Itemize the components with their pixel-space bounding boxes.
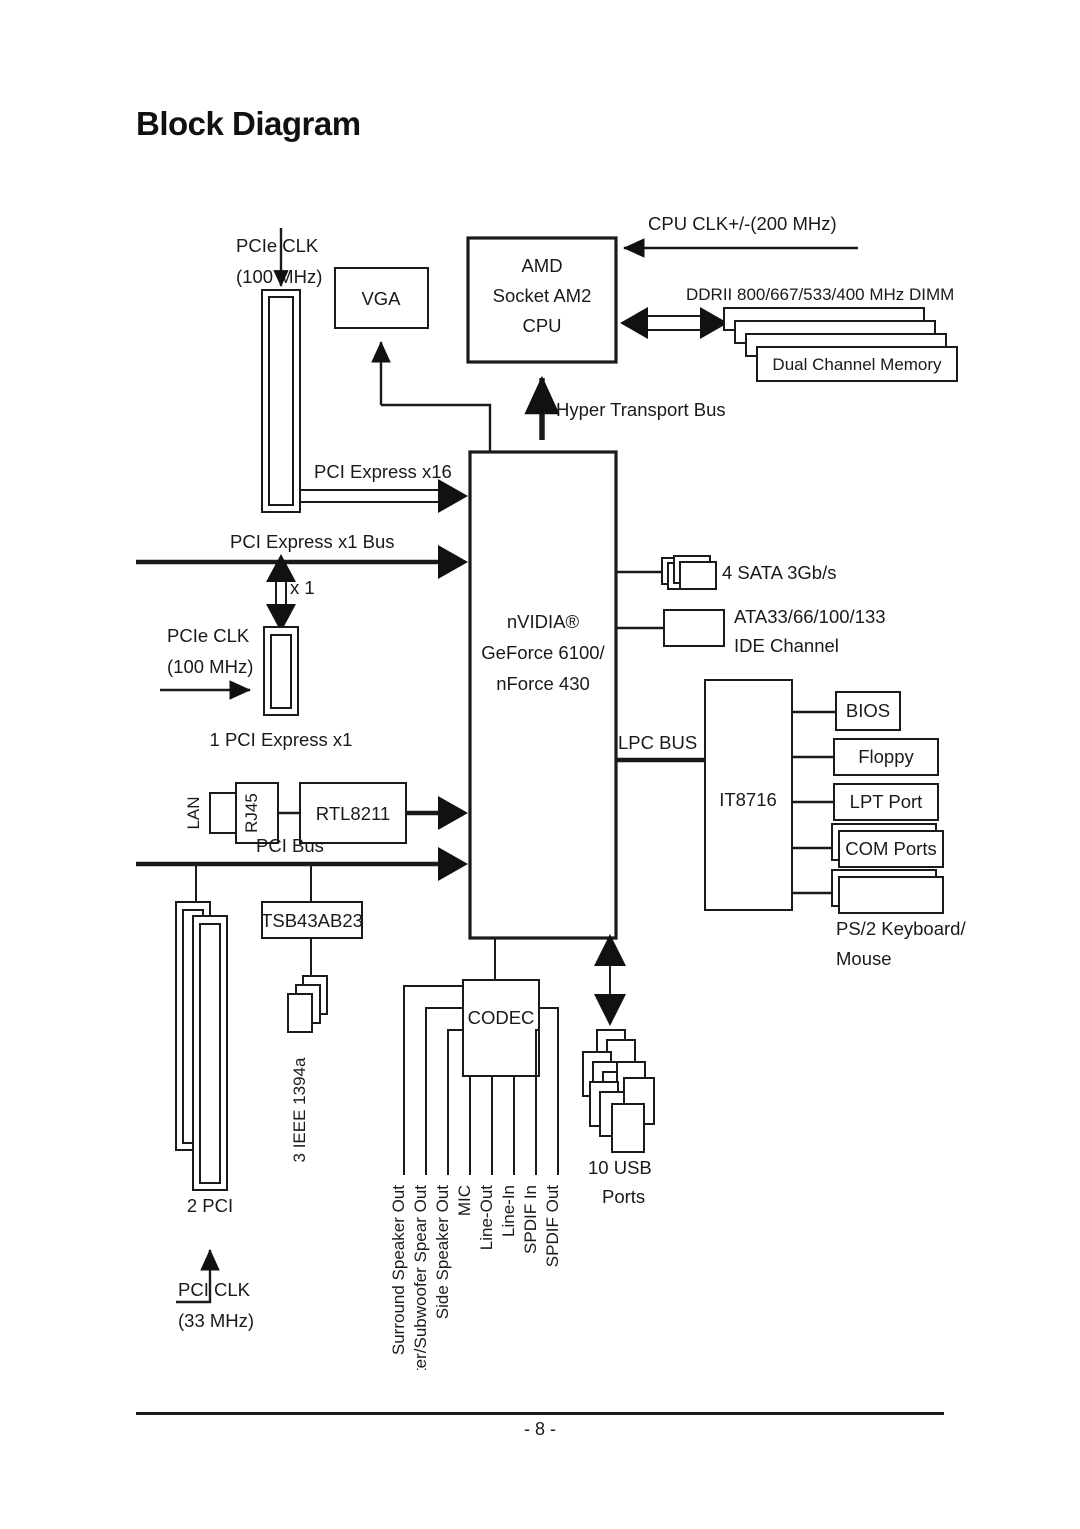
audio-jack-label-1: Center/Subwoofer Spear Out — [411, 1185, 430, 1370]
arrow-usb-down — [594, 994, 626, 1026]
pcie-clk-mid-label-line1: PCIe CLK — [167, 625, 250, 646]
super-io-label: IT8716 — [719, 789, 777, 810]
ide-label-line1: ATA33/66/100/133 — [734, 606, 886, 627]
page-canvas: Block Diagram PCIe CLK (100 MHz) VGA AMD… — [0, 0, 1080, 1529]
chipset-box — [468, 450, 618, 940]
audio-jack-label-5: Line-In — [499, 1185, 518, 1237]
rj45-label: RJ45 — [242, 793, 261, 833]
pcie-clk-mid-label-line2: (100 MHz) — [167, 656, 253, 677]
jack-line-1 — [403, 985, 463, 1175]
footer-page-number: - 8 - — [523, 1419, 556, 1439]
ieee1394-label: 3 IEEE 1394a — [290, 1057, 309, 1162]
arrow-x16 — [438, 479, 468, 513]
audio-jack-label-6: SPDIF In — [521, 1185, 540, 1254]
firewire-port-3 — [287, 993, 313, 1033]
lan-phy-label: RTL8211 — [316, 803, 390, 824]
lan-connector-tab — [209, 792, 237, 834]
pci-bus-label: PCI Bus — [256, 835, 324, 856]
footer-divider — [136, 1412, 944, 1415]
pcie-x1-slot-label: 1 PCI Express x1 — [210, 729, 353, 750]
cpu-label-line1: AMD — [521, 255, 562, 276]
block-diagram: PCIe CLK (100 MHz) VGA AMD Socket AM2 CP… — [0, 190, 1080, 1370]
cpu-label-line2: Socket AM2 — [493, 285, 592, 306]
pci-clk-label-line2: (33 MHz) — [178, 1310, 254, 1331]
pcie-x1-slot-inner — [270, 634, 292, 709]
cpu-clk-label: CPU CLK+/-(200 MHz) — [648, 213, 837, 234]
firewire-chip-label: TSB43AB23 — [261, 910, 363, 931]
pci-clk-label-line1: PCI CLK — [178, 1279, 251, 1300]
codec-box — [462, 979, 540, 1077]
usb-port-10 — [611, 1103, 645, 1153]
ps2-label-line1: PS/2 Keyboard/ — [836, 918, 966, 939]
dual-channel-memory-label: Dual Channel Memory — [772, 355, 942, 374]
lan-label: LAN — [184, 796, 203, 829]
sata-label: 4 SATA 3Gb/s — [722, 562, 836, 583]
wire-chipset-to-vga-leg — [381, 403, 492, 452]
jack-line-3 — [447, 1029, 463, 1175]
ide-connector — [663, 609, 725, 647]
chipset-label-line2: GeForce 6100/ — [481, 642, 605, 663]
floppy-label: Floppy — [858, 746, 914, 767]
ps2-label-line2: Mouse — [836, 948, 892, 969]
codec-label: CODEC — [468, 1007, 535, 1028]
arrow-pci-bus — [438, 847, 468, 881]
arrow-lan-to-chipset — [438, 796, 468, 830]
jack-line-2 — [425, 1007, 463, 1175]
audio-jack-label-3: MIC — [455, 1185, 474, 1216]
vga-label: VGA — [361, 288, 401, 309]
lpc-bus-label: LPC BUS — [618, 732, 697, 753]
chipset-label-line1: nVIDIA® — [507, 611, 580, 632]
sata-port-4 — [679, 561, 717, 590]
audio-jack-label-0: Surround Speaker Out — [389, 1185, 408, 1355]
audio-jack-label-4: Line-Out — [477, 1185, 496, 1250]
pci-express-x1-bus-label: PCI Express x1 Bus — [230, 531, 395, 552]
usb-label-line1: 10 USB — [588, 1157, 652, 1178]
ide-label-line2: IDE Channel — [734, 635, 839, 656]
usb-label-line2: Ports — [602, 1186, 645, 1207]
pci-express-x16-label: PCI Express x16 — [314, 461, 452, 482]
x1-link-label: x 1 — [290, 577, 315, 598]
pcie-clk-top-label-line1: PCIe CLK — [236, 235, 319, 256]
lpt-port-label: LPT Port — [850, 791, 923, 812]
bios-label: BIOS — [846, 700, 890, 721]
pci-slot-2-inner — [199, 923, 221, 1184]
hyper-transport-label: Hyper Transport Bus — [556, 399, 726, 420]
chipset-label-line3: nForce 430 — [496, 673, 590, 694]
ps2-box-front — [838, 876, 944, 914]
jack-line-7 — [539, 1007, 559, 1175]
arrow-mem-left — [620, 307, 648, 339]
page-title: Block Diagram — [136, 105, 361, 142]
memory-spec-label: DDRII 800/667/533/400 MHz DIMM — [686, 285, 954, 304]
audio-jack-label-2: Side Speaker Out — [433, 1185, 452, 1319]
arrow-x1-bus — [438, 545, 468, 579]
audio-jack-label-7: SPDIF Out — [543, 1185, 562, 1267]
cpu-label-line3: CPU — [522, 315, 561, 336]
com-ports-label: COM Ports — [845, 838, 936, 859]
pcie-x16-slot-inner — [268, 296, 294, 506]
pcie-clk-top-label-line2: (100 MHz) — [236, 266, 322, 287]
pci-slots-label: 2 PCI — [187, 1195, 233, 1216]
